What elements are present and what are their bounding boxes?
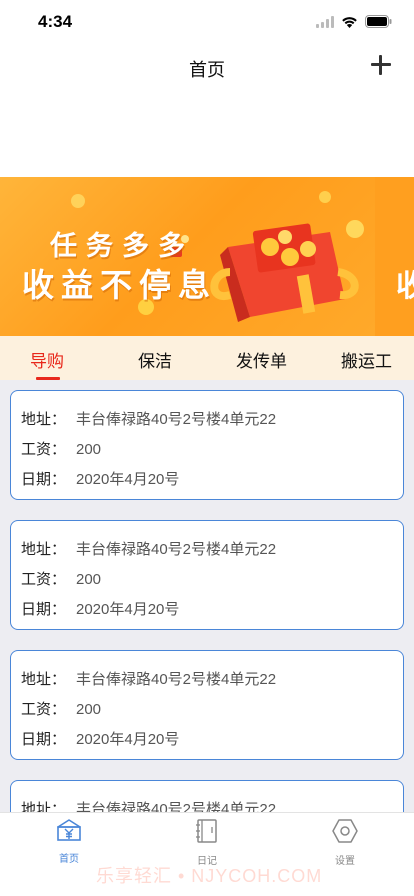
tab-banyungong[interactable]: 搬运工 [341,347,392,372]
job-address: 丰台俸禄路40号2号楼4单元22 [76,801,277,812]
wage-label: 工资： [21,571,67,588]
job-address: 丰台俸禄路40号2号楼4单元22 [76,541,277,558]
tabbar-label-home: 首页 [59,854,79,865]
job-date-row: 日期： 2020年4月20号 [21,728,179,749]
add-icon[interactable] [368,52,394,78]
banner-next-slide: 收 [375,177,414,336]
job-date-row: 日期： 2020年4月20号 [21,598,179,619]
job-date: 2020年4月20号 [76,731,180,748]
wage-label: 工资： [21,441,67,458]
tabbar-item-diary[interactable]: 日记 [172,819,242,867]
job-address: 丰台俸禄路40号2号楼4单元22 [76,671,277,688]
job-card[interactable]: 地址： 丰台俸禄路40号2号楼4单元22 工资： 200 日期： 2020年4月20号 [10,650,404,760]
status-icons [316,15,392,28]
nav-bar: 首页 [0,44,414,88]
address-label: 地址： [21,671,67,688]
signal-icon [316,15,334,28]
job-date: 2020年4月20号 [76,471,180,488]
tab-baojie[interactable]: 保洁 [138,347,172,372]
job-wage-row: 工资： 200 [21,698,101,719]
job-address-row: 地址： 丰台俸禄路40号2号楼4单元22 [21,408,276,429]
job-date-row: 日期： 2020年4月20号 [21,468,179,489]
notebook-icon [196,819,217,843]
page-title: 首页 [189,60,225,80]
banner-next-slide-text: 收 [396,270,414,303]
address-label: 地址： [21,801,67,812]
job-list[interactable]: 地址： 丰台俸禄路40号2号楼4单元22 工资： 200 日期： 2020年4月20号… [0,380,414,812]
banner-subheadline: 收益不停息 [22,267,218,303]
date-label: 日期： [21,471,67,488]
status-bar: 4:34 [0,0,414,44]
yen-icon [57,819,81,841]
watermark: 乐享轻汇 • NJYCOH.COM [96,866,323,886]
address-label: 地址： [21,411,67,428]
job-wage-row: 工资： 200 [21,438,101,459]
wifi-icon [342,16,357,28]
job-address-row: 地址： 丰台俸禄路40号2号楼4单元22 [21,798,276,812]
settings-hexagon-icon [332,819,358,843]
job-wage: 200 [76,441,102,458]
status-time: 4:34 [38,12,73,31]
wage-label: 工资： [21,701,67,718]
job-wage-row: 工资： 200 [21,568,101,589]
job-address-row: 地址： 丰台俸禄路40号2号楼4单元22 [21,538,276,559]
job-address: 丰台俸禄路40号2号楼4单元22 [76,411,277,428]
job-address-row: 地址： 丰台俸禄路40号2号楼4单元22 [21,668,276,689]
date-label: 日期： [21,731,67,748]
tabbar-item-settings[interactable]: 设置 [310,819,380,867]
job-card[interactable]: 地址： 丰台俸禄路40号2号楼4单元22 工资： 200 日期： 2020年4月20号 [10,520,404,630]
banner-carousel[interactable]: 任务多多 收益不停息 收 [0,177,414,336]
battery-icon [365,15,392,28]
tab-fachuandan[interactable]: 发传单 [236,347,287,372]
job-wage: 200 [76,701,102,718]
job-card[interactable]: 地址： 丰台俸禄路40号2号楼4单元22 [10,780,404,812]
tabbar-item-home[interactable]: 首页 [34,819,104,865]
job-card[interactable]: 地址： 丰台俸禄路40号2号楼4单元22 工资： 200 日期： 2020年4月20号 [10,390,404,500]
banner-headline: 任务多多 [50,231,194,261]
date-label: 日期： [21,601,67,618]
job-wage: 200 [76,571,102,588]
address-label: 地址： [21,541,67,558]
job-date: 2020年4月20号 [76,601,180,618]
tab-daogou[interactable]: 导购 [30,347,64,372]
category-tabs: 导购 保洁 发传单 搬运工 [0,336,414,380]
